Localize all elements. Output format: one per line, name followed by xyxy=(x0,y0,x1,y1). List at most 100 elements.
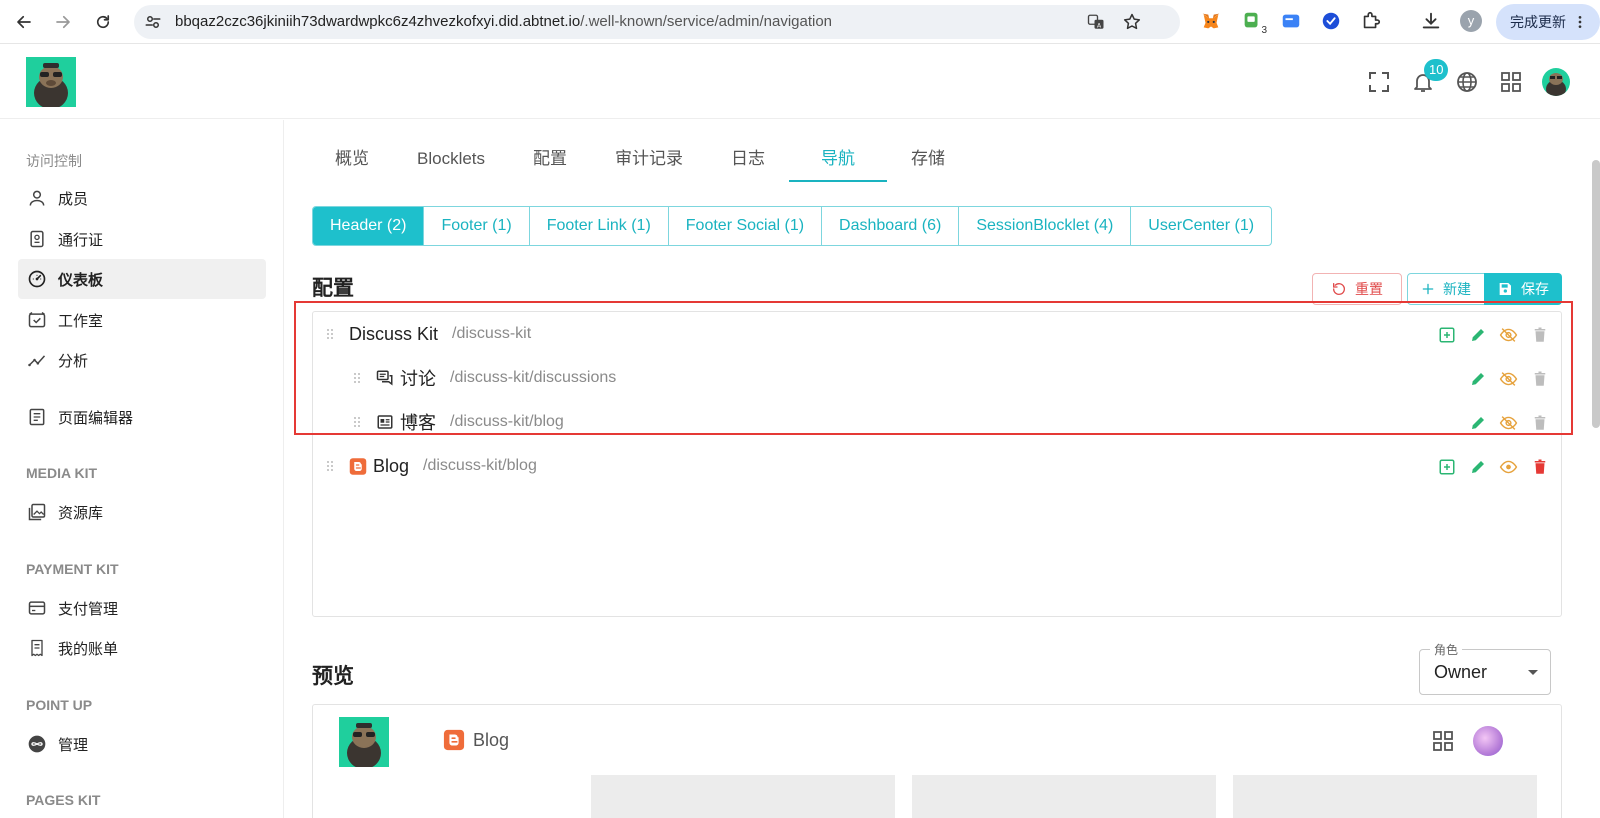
studio-icon xyxy=(26,309,48,331)
address-bar[interactable]: bbqaz2czc36jkiniih73dwardwpkc6z4zhvezkof… xyxy=(134,5,1180,39)
section-session-blocklet[interactable]: SessionBlocklet (4) xyxy=(959,207,1132,245)
sidebar-group-payment-kit: PAYMENT KIT xyxy=(26,561,119,577)
sidebar-group-media-kit: MEDIA KIT xyxy=(26,465,98,481)
forward-button[interactable] xyxy=(49,8,77,36)
sidebar-item-label: 资源库 xyxy=(58,504,104,522)
section-footer-link[interactable]: Footer Link (1) xyxy=(530,207,669,245)
sidebar-item-manage[interactable]: 管理 xyxy=(18,724,266,764)
nav-item-title: Blog xyxy=(373,455,410,476)
reload-icon xyxy=(96,15,110,29)
preview-logo xyxy=(339,717,389,767)
metamask-extension-icon[interactable] xyxy=(1200,10,1222,32)
sidebar-item-studio[interactable]: 工作室 xyxy=(18,300,266,340)
library-icon xyxy=(26,501,48,523)
main-content: 概览 Blocklets 配置 审计记录 日志 导航 存储 Header (2)… xyxy=(285,120,1600,818)
back-button[interactable] xyxy=(10,8,38,36)
user-icon xyxy=(26,187,48,209)
tab-storage[interactable]: 存储 xyxy=(887,138,969,184)
arrow-left-icon xyxy=(17,15,31,29)
sidebar-item-dashboard[interactable]: 仪表板 xyxy=(18,259,266,299)
tab-overview[interactable]: 概览 xyxy=(311,138,393,184)
apps-grid-icon[interactable] xyxy=(1431,729,1455,753)
preview-nav-label: Blog xyxy=(473,729,510,750)
sidebar-item-page-editor[interactable]: 页面编辑器 xyxy=(18,397,266,437)
drag-handle-icon[interactable] xyxy=(323,458,337,474)
wallet-extension-icon[interactable]: 3 xyxy=(1241,10,1267,36)
notification-badge: 10 xyxy=(1424,59,1449,81)
bill-icon xyxy=(26,637,48,659)
sidebar-item-bills[interactable]: 我的账单 xyxy=(18,628,266,668)
sidebar-item-label: 页面编辑器 xyxy=(58,409,134,427)
apps-grid-icon[interactable] xyxy=(1498,69,1524,95)
preview-nav-item[interactable]: Blog xyxy=(443,729,509,751)
role-select-value: Owner xyxy=(1434,662,1488,682)
sidebar-item-payment[interactable]: 支付管理 xyxy=(18,588,266,628)
sidebar-item-label: 我的账单 xyxy=(58,640,119,658)
arrow-right-icon xyxy=(56,15,70,29)
finish-update-label: 完成更新 xyxy=(1510,14,1566,30)
preview-placeholder-card xyxy=(1233,775,1537,818)
check-extension-icon[interactable] xyxy=(1320,10,1342,32)
language-globe-icon[interactable] xyxy=(1454,69,1480,95)
reload-button[interactable] xyxy=(89,8,117,36)
row-actions xyxy=(1437,457,1549,476)
reset-label: 重置 xyxy=(1355,281,1383,297)
sidebar-item-label: 通行证 xyxy=(58,231,104,249)
plus-icon xyxy=(1422,283,1434,295)
delete-trash-icon[interactable] xyxy=(1530,457,1549,476)
section-dashboard[interactable]: Dashboard (6) xyxy=(822,207,960,245)
sidebar-item-label: 仪表板 xyxy=(58,271,104,289)
sidebar-item-label: 工作室 xyxy=(58,312,104,330)
sidebar-item-passport[interactable]: 通行证 xyxy=(18,219,266,259)
nav-section-selector: Header (2) Footer (1) Footer Link (1) Fo… xyxy=(312,206,1273,246)
blogger-icon xyxy=(349,457,367,475)
sidebar-item-label: 管理 xyxy=(58,736,89,754)
site-settings-icon[interactable] xyxy=(142,11,164,33)
sidebar-item-library[interactable]: 资源库 xyxy=(18,492,266,532)
app-logo[interactable] xyxy=(26,57,76,107)
save-icon xyxy=(1499,283,1511,295)
save-label: 保存 xyxy=(1521,281,1549,297)
preview-title: 预览 xyxy=(312,665,354,688)
role-select[interactable]: 角色 Owner xyxy=(1419,641,1551,695)
visibility-icon[interactable] xyxy=(1499,457,1518,476)
profile-icon[interactable]: y xyxy=(1460,10,1482,32)
section-footer[interactable]: Footer (1) xyxy=(424,207,530,245)
tab-navigation[interactable]: 导航 xyxy=(789,138,888,184)
sidebar-item-label: 支付管理 xyxy=(58,600,119,618)
card-extension-icon[interactable] xyxy=(1280,10,1302,32)
selection-highlight-box xyxy=(294,301,1573,435)
config-title: 配置 xyxy=(312,277,354,300)
app-header: 10 xyxy=(0,45,1600,119)
sidebar-item-label: 分析 xyxy=(58,352,89,370)
bookmark-star-icon[interactable] xyxy=(1122,12,1142,32)
finish-update-button[interactable]: 完成更新 xyxy=(1496,4,1600,40)
section-user-center[interactable]: UserCenter (1) xyxy=(1131,207,1271,245)
sidebar-item-analytics[interactable]: 分析 xyxy=(18,340,266,380)
browser-toolbar: bbqaz2czc36jkiniih73dwardwpkc6z4zhvezkof… xyxy=(0,0,1600,44)
payment-icon xyxy=(26,597,48,619)
fullscreen-icon[interactable] xyxy=(1366,69,1392,95)
tab-logs[interactable]: 日志 xyxy=(707,138,789,184)
nav-item-row[interactable]: Blog /discuss-kit/blog xyxy=(313,446,1561,486)
downloads-icon[interactable] xyxy=(1420,10,1442,32)
sidebar-item-members[interactable]: 成员 xyxy=(18,178,266,218)
nav-item-path: /discuss-kit/blog xyxy=(423,457,537,474)
edit-pencil-icon[interactable] xyxy=(1468,457,1487,476)
preview-header: Blog xyxy=(312,704,1562,818)
user-avatar[interactable] xyxy=(1542,68,1570,96)
tab-blocklets[interactable]: Blocklets xyxy=(393,138,509,184)
tab-config[interactable]: 配置 xyxy=(509,138,591,184)
tab-audit-log[interactable]: 审计记录 xyxy=(591,138,707,184)
add-child-icon[interactable] xyxy=(1437,457,1456,476)
page-scrollbar[interactable] xyxy=(1592,160,1600,428)
sidebar-group-pages-kit: PAGES KIT xyxy=(26,792,101,808)
translate-icon[interactable]: A xyxy=(1086,12,1106,32)
preview-avatar[interactable] xyxy=(1473,726,1503,756)
profile-initial: y xyxy=(1460,10,1482,32)
url-path: /.well-known/service/admin/navigation xyxy=(580,13,833,30)
section-header[interactable]: Header (2) xyxy=(313,207,425,245)
extensions-puzzle-icon[interactable] xyxy=(1360,10,1382,32)
preview-placeholder-card xyxy=(591,775,895,818)
section-footer-social[interactable]: Footer Social (1) xyxy=(669,207,823,245)
